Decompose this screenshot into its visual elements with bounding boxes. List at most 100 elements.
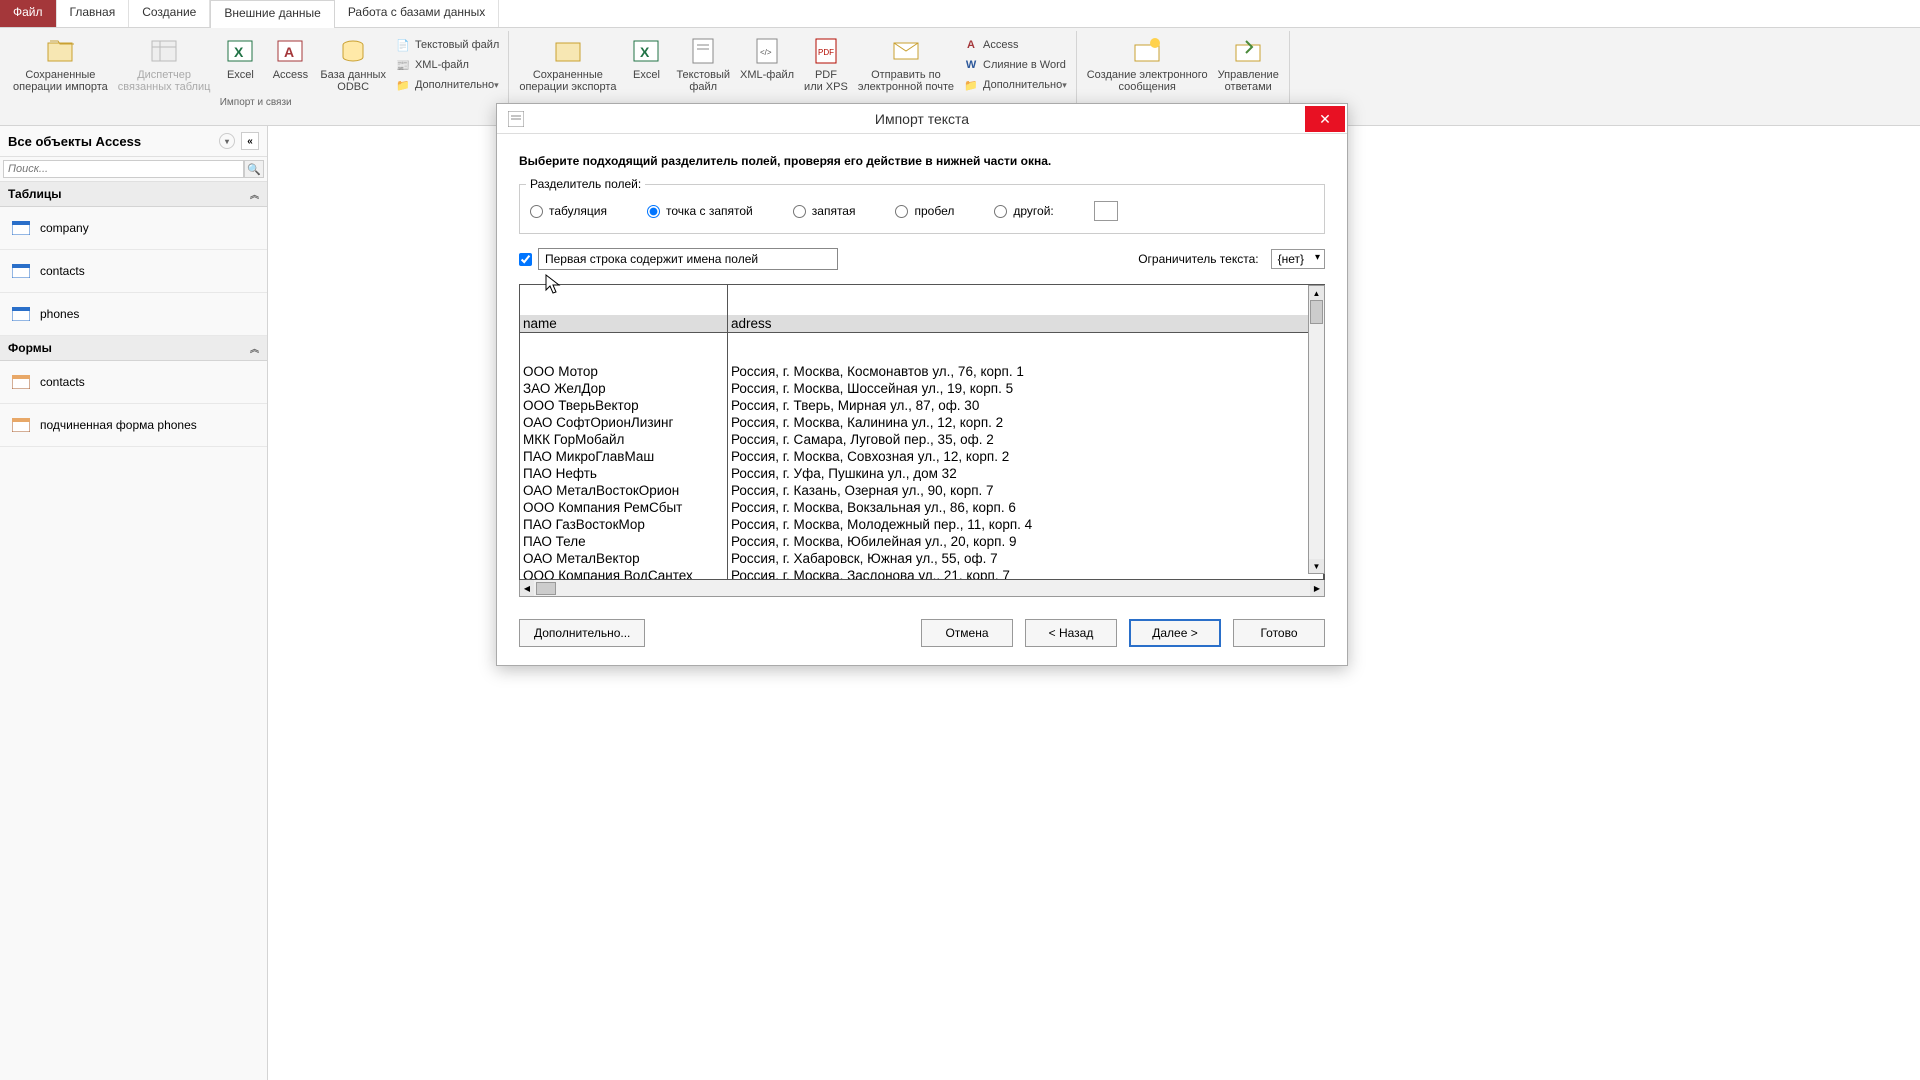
tab-external-data[interactable]: Внешние данные <box>210 0 335 28</box>
preview-cell: Россия, г. Москва, Молодежный пер., 11, … <box>728 516 1323 533</box>
nav-collapse-button[interactable]: « <box>241 132 259 150</box>
preview-cell: ОАО МеталВостокОрион <box>520 482 727 499</box>
create-email-button[interactable]: Создание электронного сообщения <box>1082 33 1213 95</box>
dialog-instruction: Выберите подходящий разделитель полей, п… <box>519 154 1325 168</box>
more-icon: 📁 <box>963 77 979 93</box>
import-text-file-button[interactable]: 📄Текстовый файл <box>391 35 503 55</box>
preview-cell: ПАО МикроГлавМаш <box>520 448 727 465</box>
odbc-icon <box>337 35 369 67</box>
preview-cell: ПАО Нефть <box>520 465 727 482</box>
export-pdf-button[interactable]: PDF PDF или XPS <box>799 33 853 95</box>
nav-table-phones[interactable]: phones <box>0 293 267 336</box>
cancel-button[interactable]: Отмена <box>921 619 1013 647</box>
chevron-up-icon[interactable]: ︽ <box>250 342 259 355</box>
preview-cell: Россия, г. Самара, Луговой пер., 35, оф.… <box>728 431 1323 448</box>
radio-comma[interactable]: запятая <box>793 204 856 218</box>
export-text-button[interactable]: Текстовый файл <box>671 33 735 95</box>
preview-cell: Россия, г. Казань, Озерная ул., 90, корп… <box>728 482 1323 499</box>
tab-file[interactable]: Файл <box>0 0 57 27</box>
export-excel-button[interactable]: X Excel <box>621 33 671 83</box>
table-icon <box>12 307 30 321</box>
export-email-button[interactable]: Отправить по электронной почте <box>853 33 959 95</box>
preview-cell: ОАО МеталВектор <box>520 550 727 567</box>
export-xml-button[interactable]: </> XML-файл <box>735 33 799 83</box>
preview-cell: ООО ТверьВектор <box>520 397 727 414</box>
tab-home[interactable]: Главная <box>57 0 130 27</box>
preview-cell: ПАО ГазВостокМор <box>520 516 727 533</box>
import-odbc-button[interactable]: База данных ODBC <box>315 33 391 95</box>
nav-search-button[interactable]: 🔍 <box>244 160 264 178</box>
svg-text:A: A <box>284 44 294 60</box>
preview-cell: ООО Компания ВодСантех <box>520 567 727 579</box>
svg-text:X: X <box>234 44 244 60</box>
scroll-left-icon[interactable]: ◀ <box>520 580 534 596</box>
nav-section-forms[interactable]: Формы <box>8 341 52 355</box>
import-excel-button[interactable]: X Excel <box>215 33 265 83</box>
back-button[interactable]: < Назад <box>1025 619 1117 647</box>
svg-text:PDF: PDF <box>818 48 834 57</box>
nav-form-phones-subform[interactable]: подчиненная форма phones <box>0 404 267 447</box>
radio-semicolon[interactable]: точка с запятой <box>647 204 753 218</box>
dialog-close-button[interactable]: ✕ <box>1305 106 1345 132</box>
manage-replies-button[interactable]: Управление ответами <box>1213 33 1284 95</box>
import-access-button[interactable]: A Access <box>265 33 315 83</box>
tab-database-tools[interactable]: Работа с базами данных <box>335 0 499 27</box>
linked-table-icon <box>148 35 180 67</box>
other-delimiter-input[interactable] <box>1094 201 1118 221</box>
export-word-merge-button[interactable]: WСлияние в Word <box>959 55 1071 75</box>
next-button[interactable]: Далее > <box>1129 619 1221 647</box>
nav-dropdown-button[interactable]: ▾ <box>219 133 235 149</box>
scroll-thumb-h[interactable] <box>536 582 556 595</box>
tab-create[interactable]: Создание <box>129 0 210 27</box>
nav-section-tables[interactable]: Таблицы <box>8 187 61 201</box>
preview-cell: Россия, г. Москва, Калинина ул., 12, кор… <box>728 414 1323 431</box>
xml-file-icon: </> <box>751 35 783 67</box>
preview-cell: Россия, г. Москва, Заслонова ул., 21, ко… <box>728 567 1323 579</box>
preview-cell: ЗАО ЖелДор <box>520 380 727 397</box>
data-preview-grid: name ООО МоторЗАО ЖелДорООО ТверьВекторО… <box>519 284 1325 580</box>
nav-search-input[interactable] <box>3 160 244 178</box>
preview-cell: Россия, г. Москва, Совхозная ул., 12, ко… <box>728 448 1323 465</box>
advanced-button[interactable]: Дополнительно... <box>519 619 645 647</box>
import-more-button[interactable]: 📁Дополнительно ▾ <box>391 75 503 95</box>
saved-import-icon <box>44 35 76 67</box>
chevron-up-icon[interactable]: ︽ <box>250 188 259 201</box>
saved-export-button[interactable]: Сохраненные операции экспорта <box>514 33 621 95</box>
nav-form-contacts[interactable]: contacts <box>0 361 267 404</box>
scroll-down-icon[interactable]: ▼ <box>1309 559 1324 573</box>
radio-other[interactable]: другой: <box>994 204 1053 218</box>
preview-horizontal-scrollbar[interactable]: ◀ ▶ <box>519 580 1325 597</box>
export-access-button[interactable]: AAccess <box>959 35 1071 55</box>
radio-tab[interactable]: табуляция <box>530 204 607 218</box>
search-icon: 🔍 <box>247 163 261 176</box>
xml-file-icon: 📰 <box>395 57 411 73</box>
finish-button[interactable]: Готово <box>1233 619 1325 647</box>
first-row-header-checkbox[interactable] <box>519 253 532 266</box>
text-qualifier-combo[interactable]: {нет} <box>1271 249 1325 269</box>
preview-cell: Россия, г. Москва, Космонавтов ул., 76, … <box>728 363 1323 380</box>
access-icon: A <box>274 35 306 67</box>
preview-vertical-scrollbar[interactable]: ▲ ▼ <box>1308 285 1325 574</box>
dialog-title: Импорт текста <box>497 111 1347 127</box>
linked-table-manager-button: Диспетчер связанных таблиц <box>113 33 216 95</box>
preview-cell: ООО Компания РемСбыт <box>520 499 727 516</box>
access-icon: A <box>963 37 979 53</box>
scroll-up-icon[interactable]: ▲ <box>1309 286 1324 300</box>
form-icon <box>12 418 30 432</box>
saved-import-button[interactable]: Сохраненные операции импорта <box>8 33 113 95</box>
export-more-button[interactable]: 📁Дополнительно ▾ <box>959 75 1071 95</box>
ribbon-group-import: Импорт и связи <box>220 95 292 110</box>
scroll-thumb[interactable] <box>1310 300 1323 324</box>
delimiter-legend: Разделитель полей: <box>526 177 645 191</box>
scroll-right-icon[interactable]: ▶ <box>1310 580 1324 596</box>
text-file-icon: 📄 <box>395 37 411 53</box>
excel-icon: X <box>224 35 256 67</box>
nav-table-company[interactable]: company <box>0 207 267 250</box>
radio-space[interactable]: пробел <box>895 204 954 218</box>
nav-table-contacts[interactable]: contacts <box>0 250 267 293</box>
preview-cell: Россия, г. Уфа, Пушкина ул., дом 32 <box>728 465 1323 482</box>
import-xml-file-button[interactable]: 📰XML-файл <box>391 55 503 75</box>
column-header-adress[interactable]: adress <box>728 315 1323 333</box>
svg-text:</>: </> <box>760 48 772 57</box>
column-header-name[interactable]: name <box>520 315 727 333</box>
